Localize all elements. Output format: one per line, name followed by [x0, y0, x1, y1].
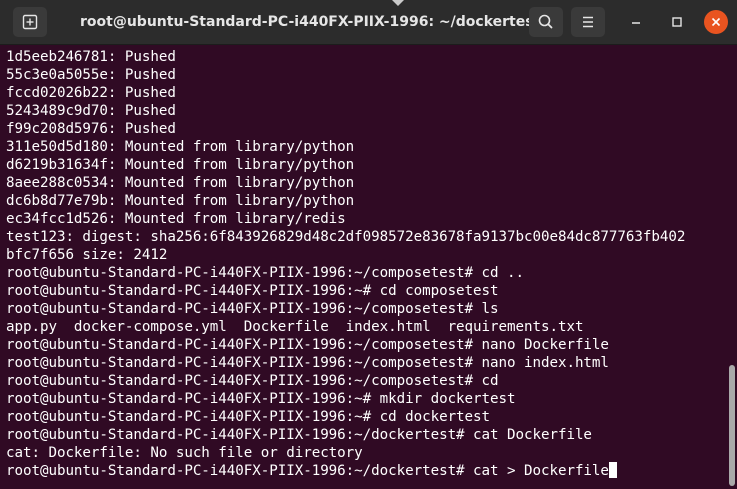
terminal-line: root@ubuntu-Standard-PC-i440FX-PIIX-1996…: [6, 301, 499, 317]
terminal-line: 8aee288c0534: Mounted from library/pytho…: [6, 175, 355, 191]
menu-button[interactable]: [571, 7, 605, 37]
terminal-line: root@ubuntu-Standard-PC-i440FX-PIIX-1996…: [6, 337, 609, 353]
terminal-line: root@ubuntu-Standard-PC-i440FX-PIIX-1996…: [6, 409, 491, 425]
maximize-button[interactable]: [665, 10, 689, 34]
terminal-line: bfc7f656 size: 2412: [6, 247, 168, 263]
title-bar: root@ubuntu-Standard-PC-i440FX-PIIX-1996…: [0, 0, 737, 45]
terminal-prompt-line[interactable]: root@ubuntu-Standard-PC-i440FX-PIIX-1996…: [6, 462, 728, 480]
terminal-line: 311e50d5d180: Mounted from library/pytho…: [6, 139, 355, 155]
terminal-line: root@ubuntu-Standard-PC-i440FX-PIIX-1996…: [6, 391, 516, 407]
terminal-line: root@ubuntu-Standard-PC-i440FX-PIIX-1996…: [6, 283, 499, 299]
terminal-window: root@ubuntu-Standard-PC-i440FX-PIIX-1996…: [0, 0, 737, 489]
terminal-line: f99c208d5976: Pushed: [6, 121, 176, 137]
terminal-line: 5243489c9d70: Pushed: [6, 103, 176, 119]
terminal-line: ec34fcc1d526: Mounted from library/redis: [6, 211, 346, 227]
terminal-line: dc6b8d77e79b: Mounted from library/pytho…: [6, 193, 355, 209]
terminal-line: root@ubuntu-Standard-PC-i440FX-PIIX-1996…: [6, 355, 609, 371]
scrollbar-thumb[interactable]: [729, 365, 735, 486]
terminal-line: app.py docker-compose.yml Dockerfile ind…: [6, 319, 584, 335]
terminal-line: d6219b31634f: Mounted from library/pytho…: [6, 157, 355, 173]
terminal-output[interactable]: 1d5eeb246781: Pushed 55c3e0a5055e: Pushe…: [6, 48, 728, 489]
window-title: root@ubuntu-Standard-PC-i440FX-PIIX-1996…: [80, 14, 537, 30]
minimize-button[interactable]: [624, 10, 648, 34]
terminal-line: root@ubuntu-Standard-PC-i440FX-PIIX-1996…: [6, 265, 524, 281]
terminal-line: root@ubuntu-Standard-PC-i440FX-PIIX-1996…: [6, 373, 499, 389]
terminal-line: test123: digest: sha256:6f843926829d48c2…: [6, 229, 686, 245]
text-cursor: [608, 462, 617, 478]
terminal-line: fccd02026b22: Pushed: [6, 85, 176, 101]
search-button[interactable]: [529, 7, 563, 37]
tab-indicator: [392, 0, 404, 6]
new-tab-button[interactable]: [13, 7, 47, 37]
current-command: root@ubuntu-Standard-PC-i440FX-PIIX-1996…: [6, 463, 609, 479]
terminal-line: root@ubuntu-Standard-PC-i440FX-PIIX-1996…: [6, 427, 592, 443]
close-button[interactable]: [704, 10, 728, 34]
terminal-line: cat: Dockerfile: No such file or directo…: [6, 445, 363, 461]
terminal-line: 55c3e0a5055e: Pushed: [6, 67, 176, 83]
terminal-line: 1d5eeb246781: Pushed: [6, 49, 176, 65]
